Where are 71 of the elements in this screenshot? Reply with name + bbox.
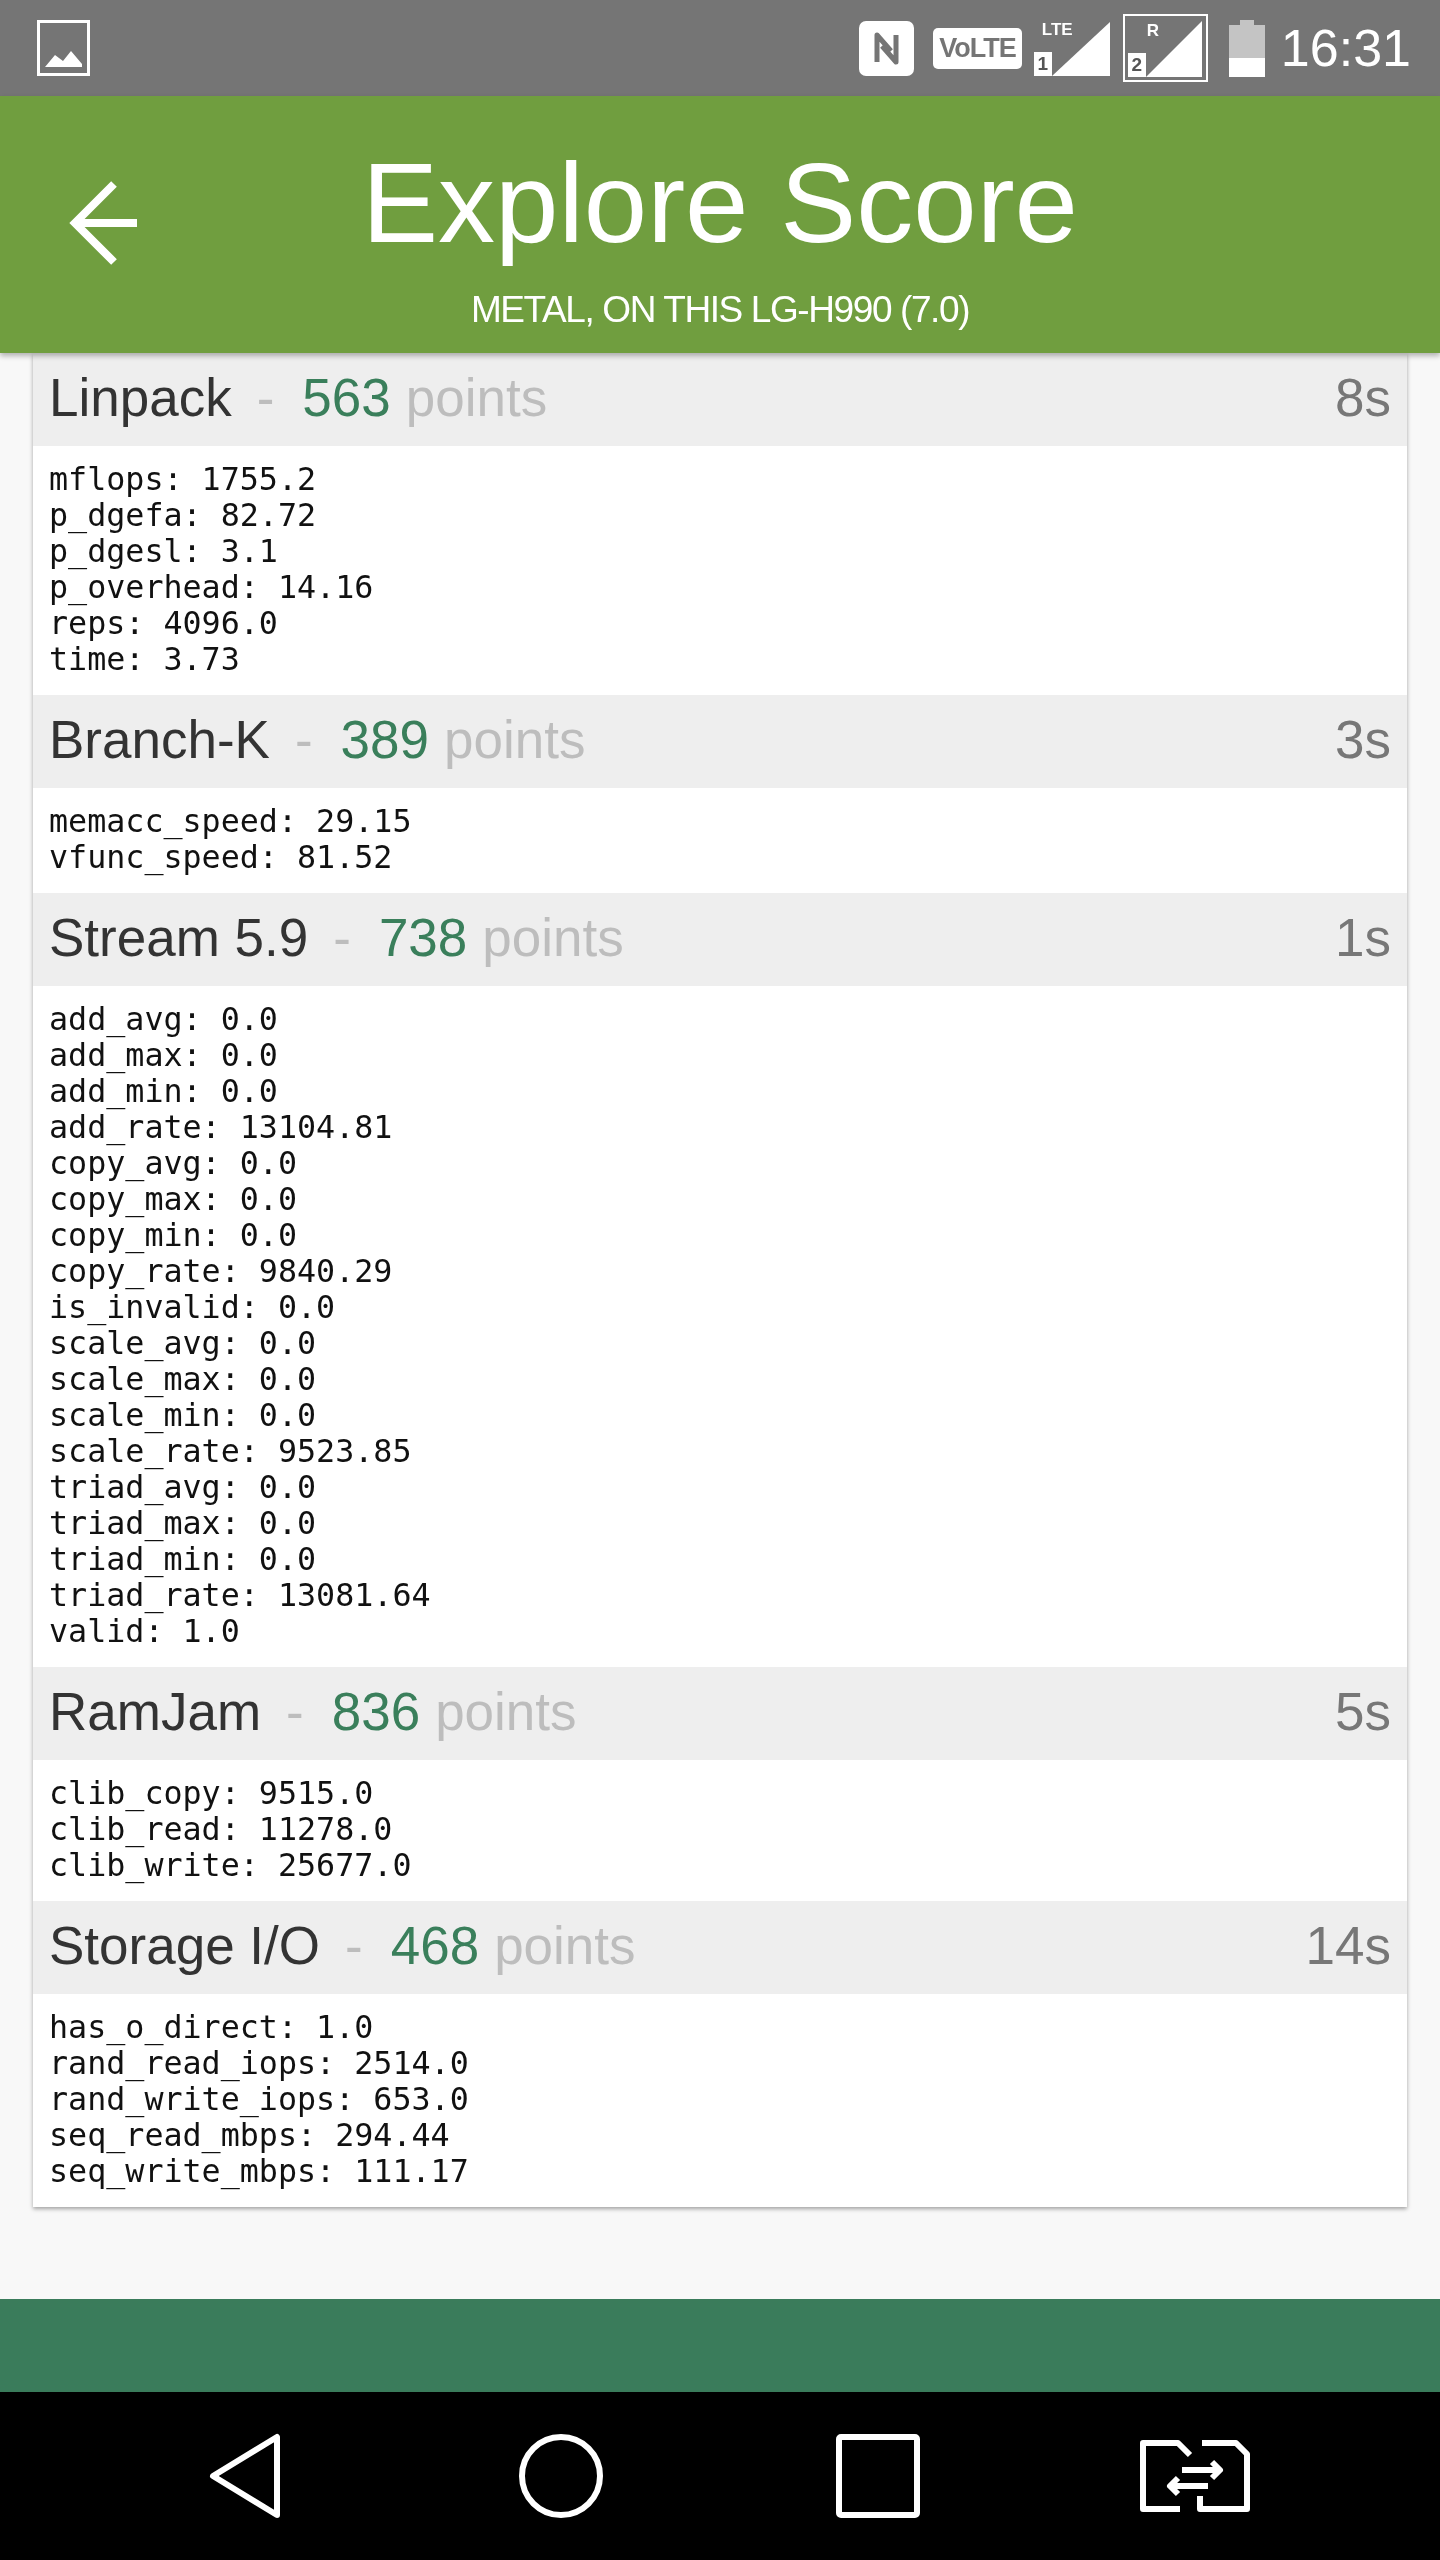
metric-line: scale_rate: 9523.85 (49, 1433, 412, 1469)
benchmark-name: Storage I/O (49, 1915, 321, 1977)
metric-line: rand_read_iops: 2514.0 (49, 2045, 469, 2081)
metric-line: memacc_speed: 29.15 (49, 803, 412, 839)
metric-line: vfunc_speed: 81.52 (49, 839, 393, 875)
metric-line: triad_rate: 13081.64 (49, 1577, 431, 1613)
metric-line: triad_avg: 0.0 (49, 1469, 317, 1505)
metric-line: add_max: 0.0 (49, 1037, 278, 1073)
duration: 3s (1335, 709, 1391, 771)
back-button[interactable] (69, 179, 137, 267)
benchmark-name: Linpack (49, 367, 232, 429)
metric-line: rand_write_iops: 653.0 (49, 2081, 469, 2117)
metric-line: p_dgesl: 3.1 (49, 533, 278, 569)
duration: 1s (1335, 907, 1391, 969)
metric-line: p_dgefa: 82.72 (49, 497, 317, 533)
metric-line: scale_min: 0.0 (49, 1397, 317, 1433)
duration: 14s (1305, 1915, 1391, 1977)
metric-line: add_rate: 13104.81 (49, 1109, 393, 1145)
back-arrow-icon (69, 179, 137, 267)
metric-line: clib_read: 11278.0 (49, 1811, 393, 1847)
sim-slot-label: 2 (1127, 53, 1146, 77)
screen-title: Explore Score (362, 138, 1078, 268)
signal-icon (1145, 21, 1202, 77)
score-value: 563 (302, 367, 391, 429)
metric-line: scale_max: 0.0 (49, 1361, 317, 1397)
nfc-icon (859, 20, 915, 76)
metric-line: p_overhead: 14.16 (49, 569, 374, 605)
benchmark-name: RamJam (49, 1681, 262, 1743)
metric-line: time: 3.73 (49, 641, 240, 677)
separator: - (286, 1681, 304, 1743)
separator: - (333, 907, 351, 969)
screen-subtitle: METAL, ON THIS LG-H990 (7.0) (470, 288, 970, 332)
metric-line: clib_copy: 9515.0 (49, 1775, 374, 1811)
duration: 8s (1335, 367, 1391, 429)
metric-line: has_o_direct: 1.0 (49, 2009, 374, 2045)
metric-line: valid: 1.0 (49, 1613, 240, 1649)
metric-line: seq_read_mbps: 294.44 (49, 2117, 450, 2153)
metric-line: reps: 4096.0 (49, 605, 278, 641)
metric-line: mflops: 1755.2 (49, 461, 317, 497)
volte-indicator: VoLTE (933, 27, 1022, 69)
image-icon (37, 20, 90, 76)
battery-icon (1228, 19, 1265, 77)
metric-line: is_invalid: 0.0 (49, 1289, 336, 1325)
score-value: 836 (331, 1681, 421, 1743)
benchmark-name: Branch-K (49, 709, 270, 771)
duration: 5s (1335, 1681, 1391, 1743)
separator: - (345, 1915, 363, 1977)
sim-slot-label: 1 (1033, 52, 1052, 76)
benchmark-name: Stream 5.9 (49, 907, 309, 969)
sim-swap-icon[interactable] (1139, 2440, 1250, 2512)
metric-line: add_avg: 0.0 (49, 1001, 278, 1037)
home-icon[interactable] (518, 2434, 603, 2518)
metric-line: copy_min: 0.0 (49, 1217, 297, 1253)
score-value: 389 (340, 709, 430, 771)
metric-line: copy_rate: 9840.29 (49, 1253, 393, 1289)
separator: - (256, 367, 275, 429)
metric-line: add_min: 0.0 (49, 1073, 278, 1109)
metric-line: triad_max: 0.0 (49, 1505, 317, 1541)
score-value: 738 (378, 907, 468, 969)
network-label: R (1146, 21, 1160, 41)
metric-line: seq_write_mbps: 111.17 (49, 2153, 469, 2189)
metric-line: scale_avg: 0.0 (49, 1325, 317, 1361)
score-value: 468 (390, 1915, 480, 1977)
metric-line: copy_max: 0.0 (49, 1181, 297, 1217)
separator: - (294, 709, 313, 771)
metric-line: copy_avg: 0.0 (49, 1145, 297, 1181)
network-label: LTE (1041, 20, 1073, 40)
recents-icon[interactable] (835, 2434, 920, 2518)
metric-line: triad_min: 0.0 (49, 1541, 317, 1577)
clock-time: 16:31 (1280, 18, 1411, 78)
metric-line: clib_write: 25677.0 (49, 1847, 412, 1883)
